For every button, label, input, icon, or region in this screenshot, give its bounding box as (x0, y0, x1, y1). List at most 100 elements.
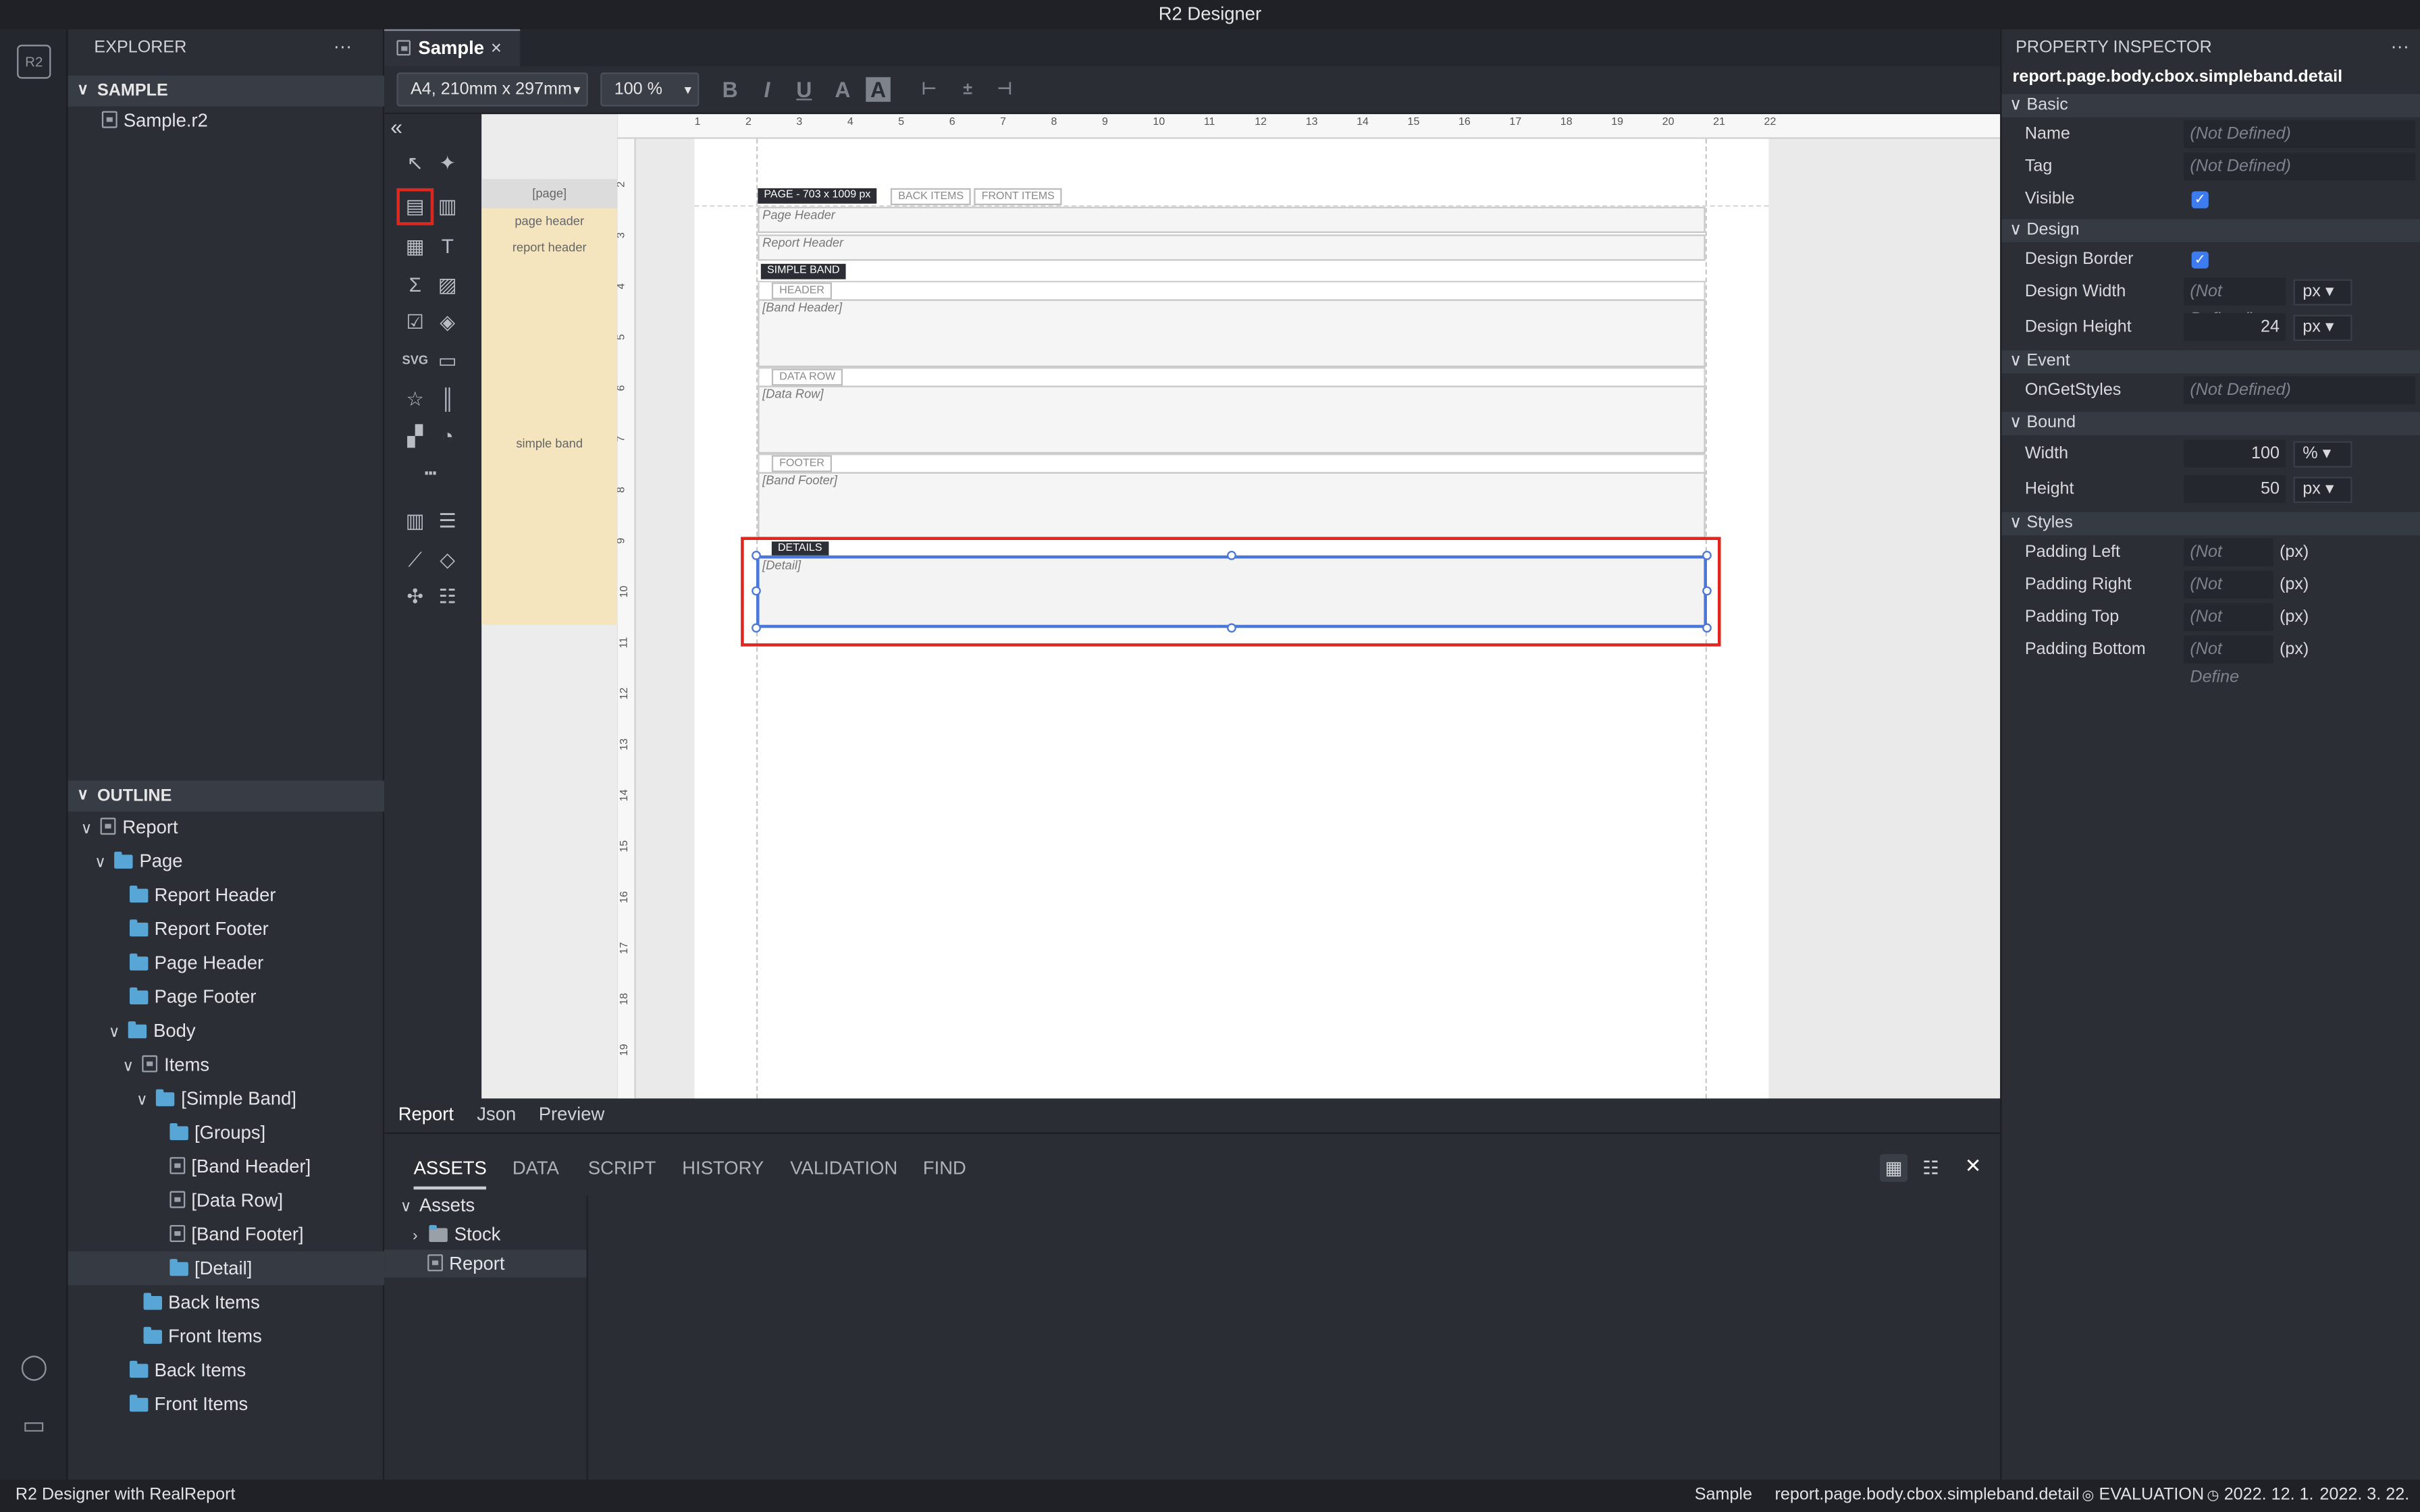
height-unit-select[interactable]: px ▾ (2293, 477, 2352, 504)
summary-icon[interactable]: Σ (400, 270, 431, 301)
outline-item-report-header[interactable]: Report Header (68, 878, 385, 912)
tree-icon[interactable]: ✣ (400, 582, 431, 613)
tab-find[interactable]: FIND (923, 1156, 966, 1181)
design-canvas[interactable]: 1 2 3 4 5 6 7 8 9 10 11 12 13 14 15 16 17 18 19 20 21 22 2345… (617, 114, 2001, 1099)
outline-item-band-header[interactable]: [Band Header] (68, 1150, 385, 1183)
r2-logo-icon[interactable]: R2 (17, 45, 51, 79)
list-band-icon[interactable]: ☰ (432, 506, 463, 537)
resize-handle-nw[interactable] (752, 550, 761, 560)
bold-icon[interactable]: B (716, 76, 744, 103)
resize-handle-n[interactable] (1227, 550, 1236, 560)
font-color-icon[interactable]: A (828, 76, 856, 103)
barcode-icon[interactable]: ║ (432, 384, 463, 415)
outline-item-band-footer[interactable]: [Band Footer] (68, 1217, 385, 1251)
package-icon[interactable]: ▭ (17, 1410, 51, 1444)
outline-item-simple-band[interactable]: ∨ [Simple Band] (68, 1081, 385, 1115)
outline-item-groups[interactable]: [Groups] (68, 1116, 385, 1150)
collapse-icon[interactable]: « (390, 114, 402, 139)
paper-size-select[interactable]: A4, 210mm x 297mm ▾ (396, 72, 588, 107)
background-color-icon[interactable]: A (866, 77, 891, 102)
simple-band-icon[interactable]: ▤ (396, 188, 434, 225)
grid-view-icon[interactable]: ▦ (1879, 1154, 1908, 1182)
group-styles[interactable]: ∨ Styles (2001, 512, 2420, 536)
outline-item-back-items-band[interactable]: Back Items (68, 1285, 385, 1319)
design-width-unit-select[interactable]: px ▾ (2293, 279, 2352, 306)
outline-item-front-items-band[interactable]: Front Items (68, 1319, 385, 1353)
resize-handle-s[interactable] (1227, 623, 1236, 633)
tab-preview[interactable]: Preview (539, 1098, 605, 1129)
report-page[interactable]: PAGE - 703 x 1009 px BACK ITEMS FRONT IT… (694, 138, 1769, 1099)
outline-item-detail[interactable]: [Detail] (68, 1251, 385, 1285)
band-footer-band[interactable]: [Band Footer] (758, 472, 1706, 540)
separator-icon[interactable]: ┅ (415, 458, 446, 489)
outline-item-front-items[interactable]: Front Items (68, 1387, 385, 1421)
data-row-band[interactable]: [Data Row] (758, 385, 1706, 454)
back-items-tag[interactable]: BACK ITEMS (890, 188, 972, 205)
detail-band[interactable]: [Detail] (756, 555, 1707, 628)
tab-json[interactable]: Json (477, 1098, 516, 1129)
tab-script[interactable]: SCRIPT (588, 1156, 656, 1181)
outline-item-report-footer[interactable]: Report Footer (68, 912, 385, 946)
outline-item-body[interactable]: ∨ Body (68, 1014, 385, 1048)
qrcode-icon[interactable]: ▞ (400, 421, 431, 452)
resize-handle-se[interactable] (1702, 623, 1712, 633)
tag-input[interactable]: (Not Defined) (2184, 153, 2416, 181)
shapes-icon[interactable]: ◈ (432, 307, 463, 338)
group-design[interactable]: ∨ Design (2001, 219, 2420, 242)
page-header-band[interactable]: Page Header (758, 207, 1706, 234)
band-header-band[interactable]: [Band Header] (758, 299, 1706, 367)
visible-checkbox[interactable]: ✓ (2191, 191, 2209, 209)
layers-icon[interactable]: ◇ (432, 545, 463, 576)
checkbox-icon[interactable]: ☑ (400, 307, 431, 338)
columns-icon[interactable]: ▥ (400, 506, 431, 537)
padding-bottom-input[interactable]: (Not Define (2184, 635, 2273, 686)
report-header-band[interactable]: Report Header (758, 234, 1706, 261)
group-event[interactable]: ∨ Event (2001, 350, 2420, 374)
design-width-input[interactable]: (Not Defined) (2184, 277, 2286, 329)
list-icon[interactable]: ☷ (432, 582, 463, 613)
outline-item-data-row[interactable]: [Data Row] (68, 1183, 385, 1217)
align-center-icon[interactable]: ± (954, 76, 982, 103)
name-input[interactable]: (Not Defined) (2184, 120, 2416, 148)
padding-top-input[interactable]: (Not Define (2184, 603, 2273, 654)
group-bound[interactable]: ∨ Bound (2001, 412, 2420, 435)
assets-root[interactable]: ∨ Assets (396, 1191, 581, 1219)
tab-report[interactable]: Report (398, 1098, 454, 1129)
front-items-tag[interactable]: FRONT ITEMS (974, 188, 1063, 205)
close-panel-icon[interactable]: ✕ (1965, 1154, 1982, 1179)
resize-handle-ne[interactable] (1702, 550, 1712, 560)
list-view-icon[interactable]: ☷ (1917, 1154, 1945, 1182)
magic-icon[interactable]: ✦ (432, 148, 463, 179)
outline-section-header[interactable]: ∨ OUTLINE (68, 780, 385, 812)
tab-sample[interactable]: Sample × (384, 29, 521, 67)
padding-left-input[interactable]: (Not Define (2184, 538, 2273, 589)
width-input[interactable]: 100 (2184, 439, 2286, 468)
line-icon[interactable]: ⟋ (400, 545, 431, 576)
resize-handle-w[interactable] (752, 586, 761, 596)
outline-item-page-footer[interactable]: Page Footer (68, 979, 385, 1013)
group-basic[interactable]: ∨ Basic (2001, 94, 2420, 117)
design-border-checkbox[interactable]: ✓ (2191, 251, 2209, 269)
width-unit-select[interactable]: % ▾ (2293, 441, 2352, 468)
underline-icon[interactable]: U (790, 76, 818, 103)
assets-report[interactable]: Report (384, 1249, 587, 1278)
table-icon[interactable]: ▦ (400, 232, 431, 263)
design-height-input[interactable]: 24 (2184, 313, 2286, 342)
tab-history[interactable]: HISTORY (682, 1156, 764, 1181)
tab-close-icon[interactable]: × (491, 31, 502, 67)
outline-item-back-items[interactable]: Back Items (68, 1353, 385, 1387)
star-icon[interactable]: ☆ (400, 384, 431, 415)
tab-data[interactable]: DATA (512, 1156, 559, 1181)
outline-item-items[interactable]: ∨ Items (68, 1048, 385, 1081)
account-icon[interactable]: ◯ (17, 1351, 51, 1385)
sample-section-header[interactable]: ∨ SAMPLE (68, 75, 385, 107)
padding-right-input[interactable]: (Not Define (2184, 570, 2273, 622)
embed-icon[interactable]: ▭ (432, 346, 463, 377)
pointer-icon[interactable]: ↖ (400, 148, 431, 179)
file-sample-r2[interactable]: Sample.r2 (68, 103, 385, 137)
image-icon[interactable]: ▨ (432, 270, 463, 301)
outline-item-report[interactable]: ∨ Report (68, 810, 385, 844)
resize-handle-e[interactable] (1702, 586, 1712, 596)
assets-stock[interactable]: › Stock (406, 1220, 591, 1248)
table-band-icon[interactable]: ▥ (432, 191, 463, 222)
